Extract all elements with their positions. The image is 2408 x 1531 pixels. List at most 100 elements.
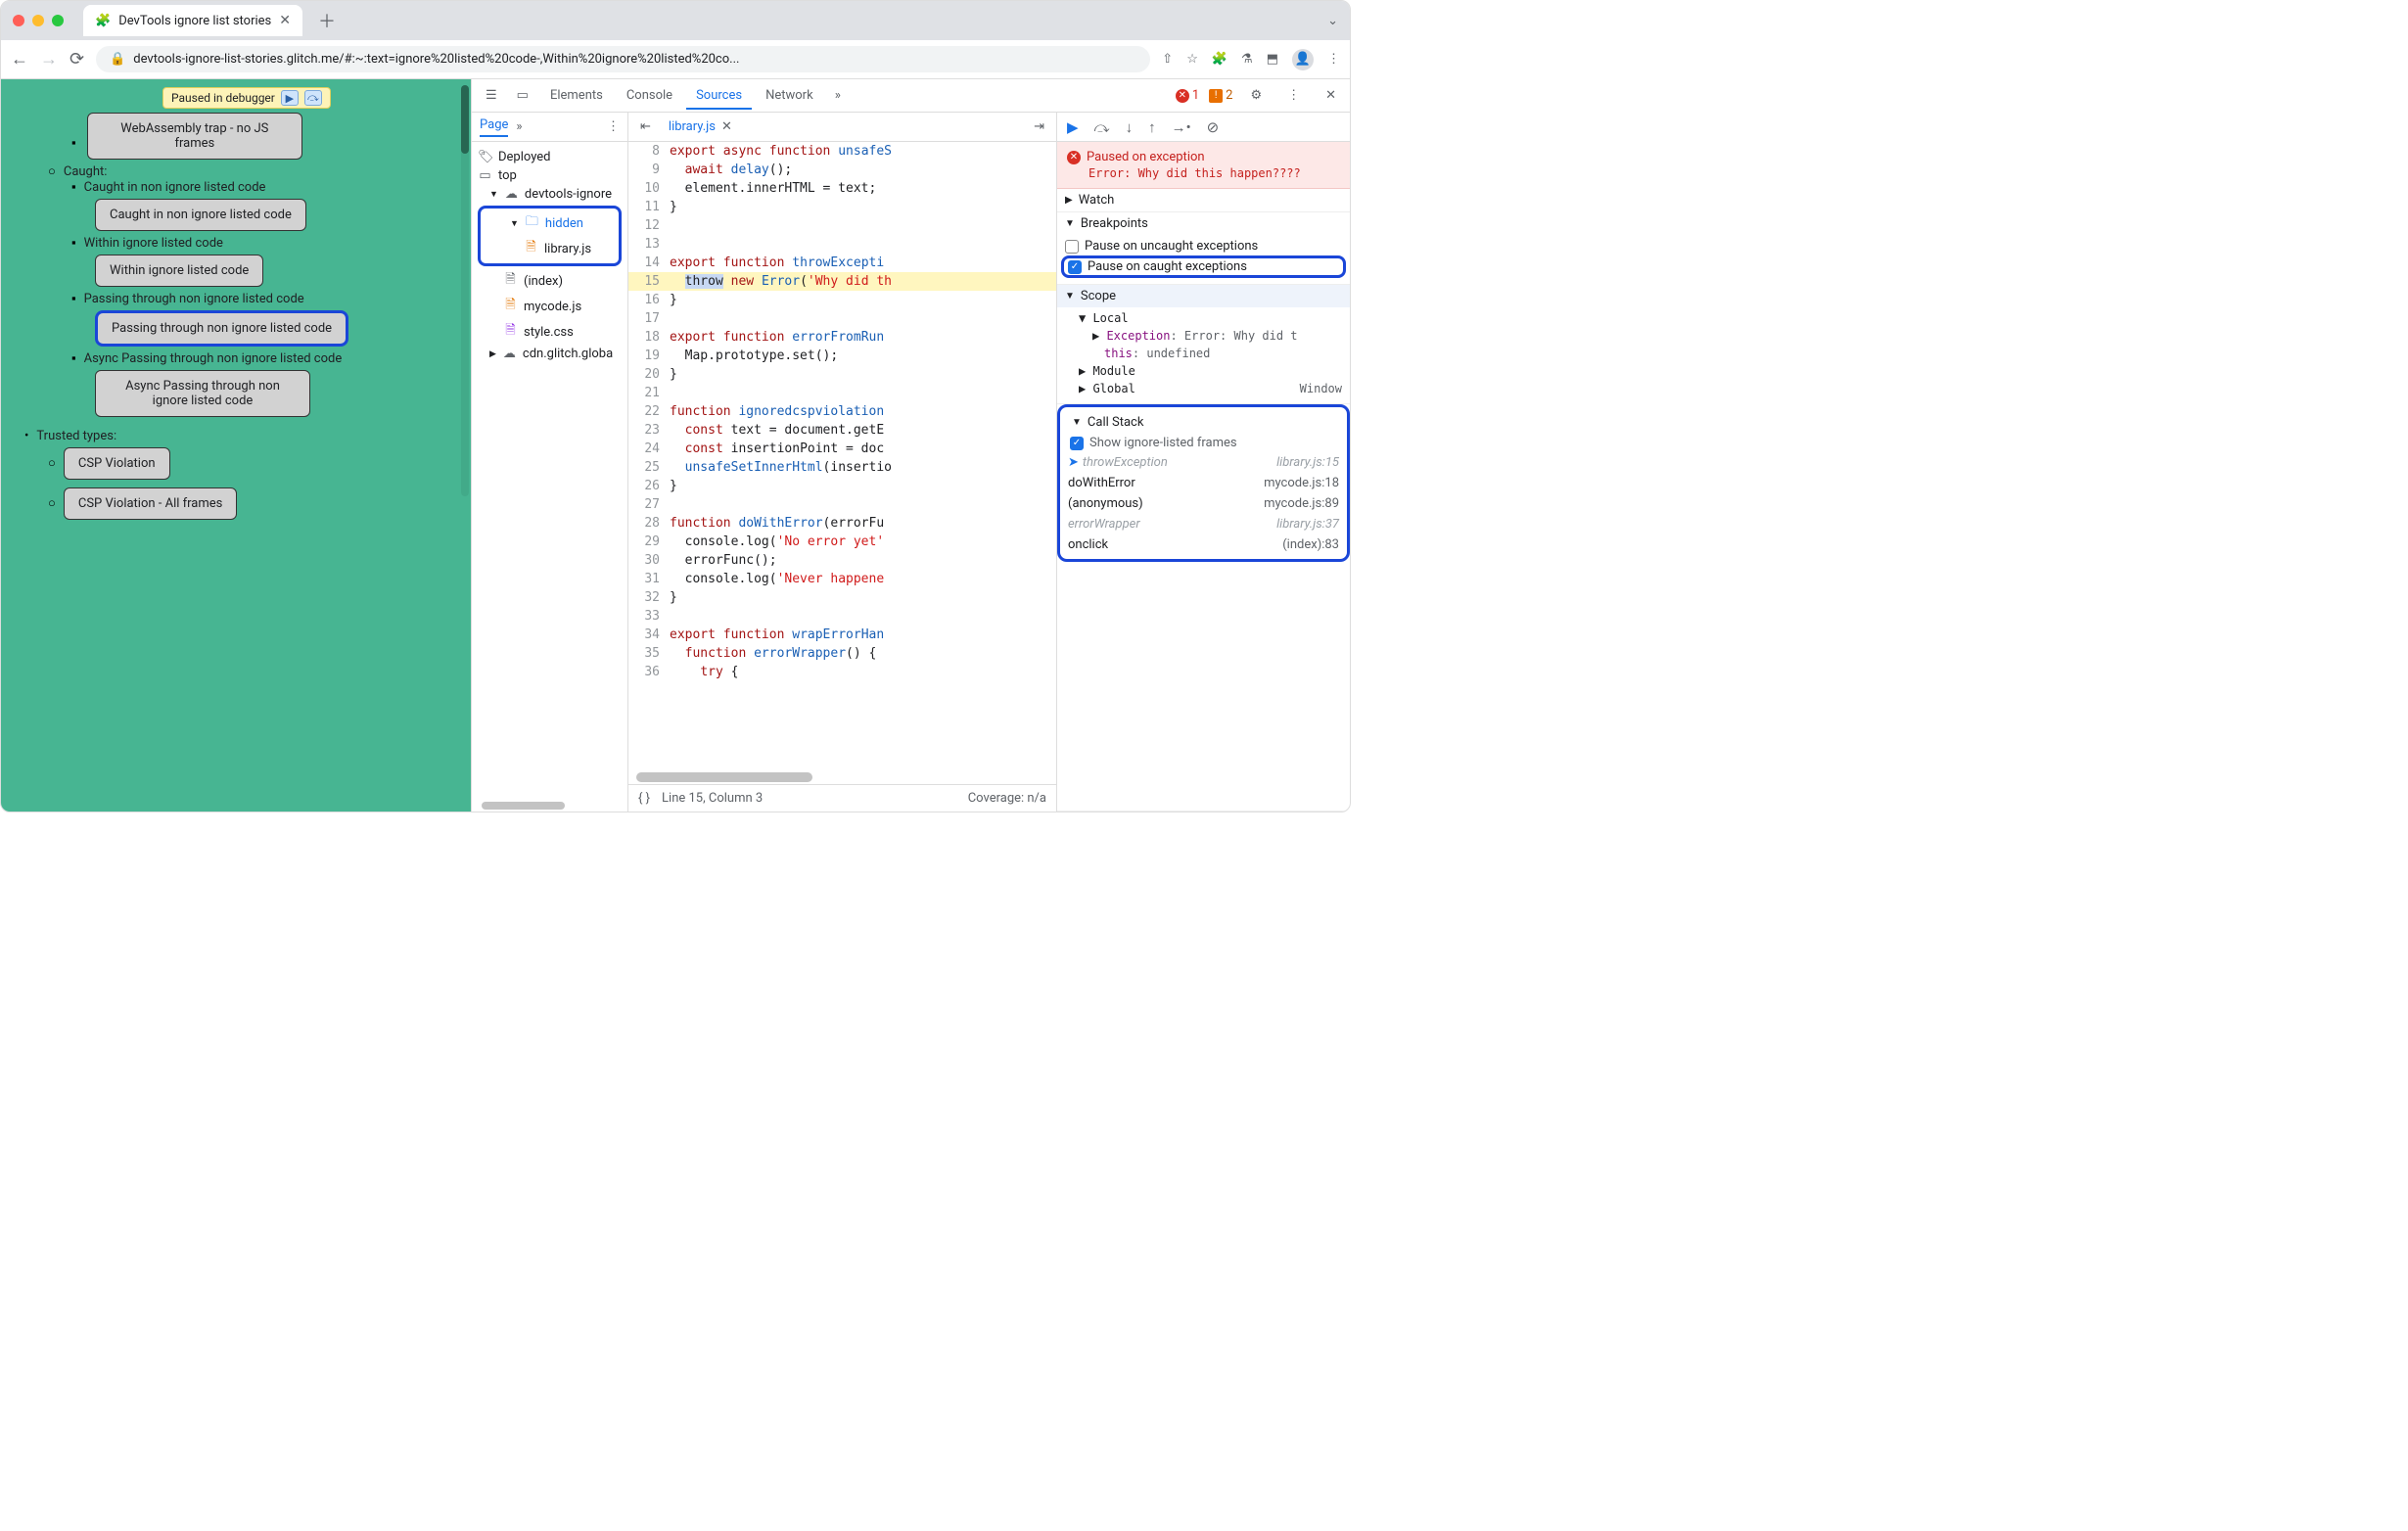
code-line[interactable]: 17 xyxy=(628,309,1056,328)
toggle-debugger-icon[interactable]: ⇥ xyxy=(1028,119,1050,134)
code-line[interactable]: 14export function throwExcepti xyxy=(628,254,1056,272)
line-number[interactable]: 22 xyxy=(628,402,670,421)
code-line[interactable]: 13 xyxy=(628,235,1056,254)
settings-icon[interactable]: ⚙ xyxy=(1242,84,1270,107)
code-line[interactable]: 8export async function unsafeS xyxy=(628,142,1056,161)
line-number[interactable]: 24 xyxy=(628,440,670,458)
close-devtools-icon[interactable]: ✕ xyxy=(1318,84,1344,107)
error-badge[interactable]: ✕1 xyxy=(1176,88,1199,103)
code-line[interactable]: 29 console.log('No error yet' xyxy=(628,533,1056,551)
code-line[interactable]: 11} xyxy=(628,198,1056,216)
tab-elements[interactable]: Elements xyxy=(540,82,613,109)
code-line[interactable]: 18export function errorFromRun xyxy=(628,328,1056,347)
line-number[interactable]: 15 xyxy=(628,272,670,291)
code-editor[interactable]: 8export async function unsafeS9 await de… xyxy=(628,142,1056,784)
line-number[interactable]: 16 xyxy=(628,291,670,309)
tabs-overflow-icon[interactable]: ⌄ xyxy=(1327,14,1338,28)
line-number[interactable]: 26 xyxy=(628,477,670,495)
code-line[interactable]: 30 errorFunc(); xyxy=(628,551,1056,570)
toggle-navigator-icon[interactable]: ⇤ xyxy=(634,119,657,134)
checkbox-pause-caught[interactable]: ✓Pause on caught exceptions xyxy=(1061,255,1346,278)
line-number[interactable]: 20 xyxy=(628,365,670,384)
section-breakpoints[interactable]: ▼Breakpoints xyxy=(1057,212,1350,235)
callstack-frame[interactable]: (anonymous)mycode.js:89 xyxy=(1064,493,1343,514)
forward-button[interactable]: → xyxy=(40,49,58,70)
scope-local[interactable]: ▼ Local xyxy=(1065,309,1342,327)
code-line[interactable]: 15 throw new Error('Why did th xyxy=(628,272,1056,291)
line-number[interactable]: 11 xyxy=(628,198,670,216)
tree-item-index[interactable]: 🗎(index) xyxy=(476,268,624,294)
tree-item-origin[interactable]: ▼☁devtools-ignore xyxy=(476,185,624,204)
install-icon[interactable]: ⬒ xyxy=(1267,52,1278,67)
line-number[interactable]: 19 xyxy=(628,347,670,365)
kebab-icon[interactable]: ⋮ xyxy=(1279,84,1308,107)
device-mode-icon[interactable]: ▭ xyxy=(509,84,536,107)
editor-tab-library[interactable]: library.js✕ xyxy=(663,116,738,138)
code-line[interactable]: 34export function wrapErrorHan xyxy=(628,626,1056,644)
line-number[interactable]: 31 xyxy=(628,570,670,588)
tab-network[interactable]: Network xyxy=(756,82,823,109)
code-line[interactable]: 16} xyxy=(628,291,1056,309)
tree-item-hidden-folder[interactable]: ▼🗀hidden xyxy=(483,210,617,236)
editor-scrollbar[interactable] xyxy=(636,772,812,782)
navigator-tab-page[interactable]: Page xyxy=(480,117,508,137)
code-line[interactable]: 21 xyxy=(628,384,1056,402)
line-number[interactable]: 33 xyxy=(628,607,670,626)
code-line[interactable]: 22function ignoredcspviolation xyxy=(628,402,1056,421)
scope-exception[interactable]: ▶ Exception: Error: Why did t xyxy=(1065,327,1342,345)
code-line[interactable]: 25 unsafeSetInnerHtml(insertio xyxy=(628,458,1056,477)
line-number[interactable]: 23 xyxy=(628,421,670,440)
line-number[interactable]: 32 xyxy=(628,588,670,607)
code-line[interactable]: 31 console.log('Never happene xyxy=(628,570,1056,588)
line-number[interactable]: 21 xyxy=(628,384,670,402)
navigator-kebab-icon[interactable]: ⋮ xyxy=(607,119,620,134)
more-tabs-icon[interactable]: » xyxy=(827,84,849,107)
line-number[interactable]: 35 xyxy=(628,644,670,663)
code-line[interactable]: 12 xyxy=(628,216,1056,235)
code-line[interactable]: 10 element.innerHTML = text; xyxy=(628,179,1056,198)
section-scope[interactable]: ▼Scope xyxy=(1057,285,1350,307)
window-maximize[interactable] xyxy=(52,15,64,26)
deactivate-breakpoints-icon[interactable]: ⊘ xyxy=(1207,118,1220,136)
tree-item-cdn[interactable]: ▶☁cdn.glitch.globa xyxy=(476,345,624,363)
editor-tab-close-icon[interactable]: ✕ xyxy=(721,119,732,134)
section-watch[interactable]: ▶Watch xyxy=(1057,189,1350,211)
page-button[interactable]: Caught in non ignore listed code xyxy=(95,199,306,231)
code-line[interactable]: 20} xyxy=(628,365,1056,384)
code-line[interactable]: 33 xyxy=(628,607,1056,626)
code-line[interactable]: 19 Map.prototype.set(); xyxy=(628,347,1056,365)
page-button[interactable]: Within ignore listed code xyxy=(95,255,263,287)
reload-button[interactable]: ⟳ xyxy=(69,49,84,70)
resume-mini-button[interactable]: ▶ xyxy=(281,90,299,106)
line-number[interactable]: 34 xyxy=(628,626,670,644)
callstack-frame[interactable]: errorWrapperlibrary.js:37 xyxy=(1064,514,1343,534)
tree-item-style[interactable]: 🗎style.css xyxy=(476,319,624,345)
code-line[interactable]: 35 function errorWrapper() { xyxy=(628,644,1056,663)
step-over-icon[interactable]: ⤼ xyxy=(1094,118,1110,136)
callstack-frame[interactable]: onclick(index):83 xyxy=(1064,534,1343,555)
line-number[interactable]: 25 xyxy=(628,458,670,477)
line-number[interactable]: 8 xyxy=(628,142,670,161)
code-line[interactable]: 27 xyxy=(628,495,1056,514)
tree-item-mycode[interactable]: 🗎mycode.js xyxy=(476,294,624,319)
navigator-scrollbar[interactable] xyxy=(482,802,565,810)
line-number[interactable]: 14 xyxy=(628,254,670,272)
window-minimize[interactable] xyxy=(32,15,44,26)
code-line[interactable]: 23 const text = document.getE xyxy=(628,421,1056,440)
section-callstack[interactable]: ▼Call Stack xyxy=(1064,411,1343,434)
checkbox-show-ignore-listed[interactable]: ✓Show ignore-listed frames xyxy=(1064,434,1343,452)
scope-module[interactable]: ▶ Module xyxy=(1065,362,1342,380)
scrollbar-thumb[interactable] xyxy=(461,85,469,154)
line-number[interactable]: 27 xyxy=(628,495,670,514)
navigator-more-icon[interactable]: » xyxy=(516,119,522,134)
tab-close-icon[interactable]: ✕ xyxy=(279,13,291,28)
code-line[interactable]: 24 const insertionPoint = doc xyxy=(628,440,1056,458)
step-into-icon[interactable]: ↓ xyxy=(1126,118,1134,136)
warning-badge[interactable]: !2 xyxy=(1209,88,1232,103)
page-button[interactable]: WebAssembly trap - no JS frames xyxy=(87,113,302,160)
menu-icon[interactable]: ⋮ xyxy=(1327,52,1340,67)
code-line[interactable]: 26} xyxy=(628,477,1056,495)
code-line[interactable]: 32} xyxy=(628,588,1056,607)
tab-console[interactable]: Console xyxy=(617,82,682,109)
tree-item-library-js[interactable]: 🗎library.js xyxy=(483,236,617,261)
